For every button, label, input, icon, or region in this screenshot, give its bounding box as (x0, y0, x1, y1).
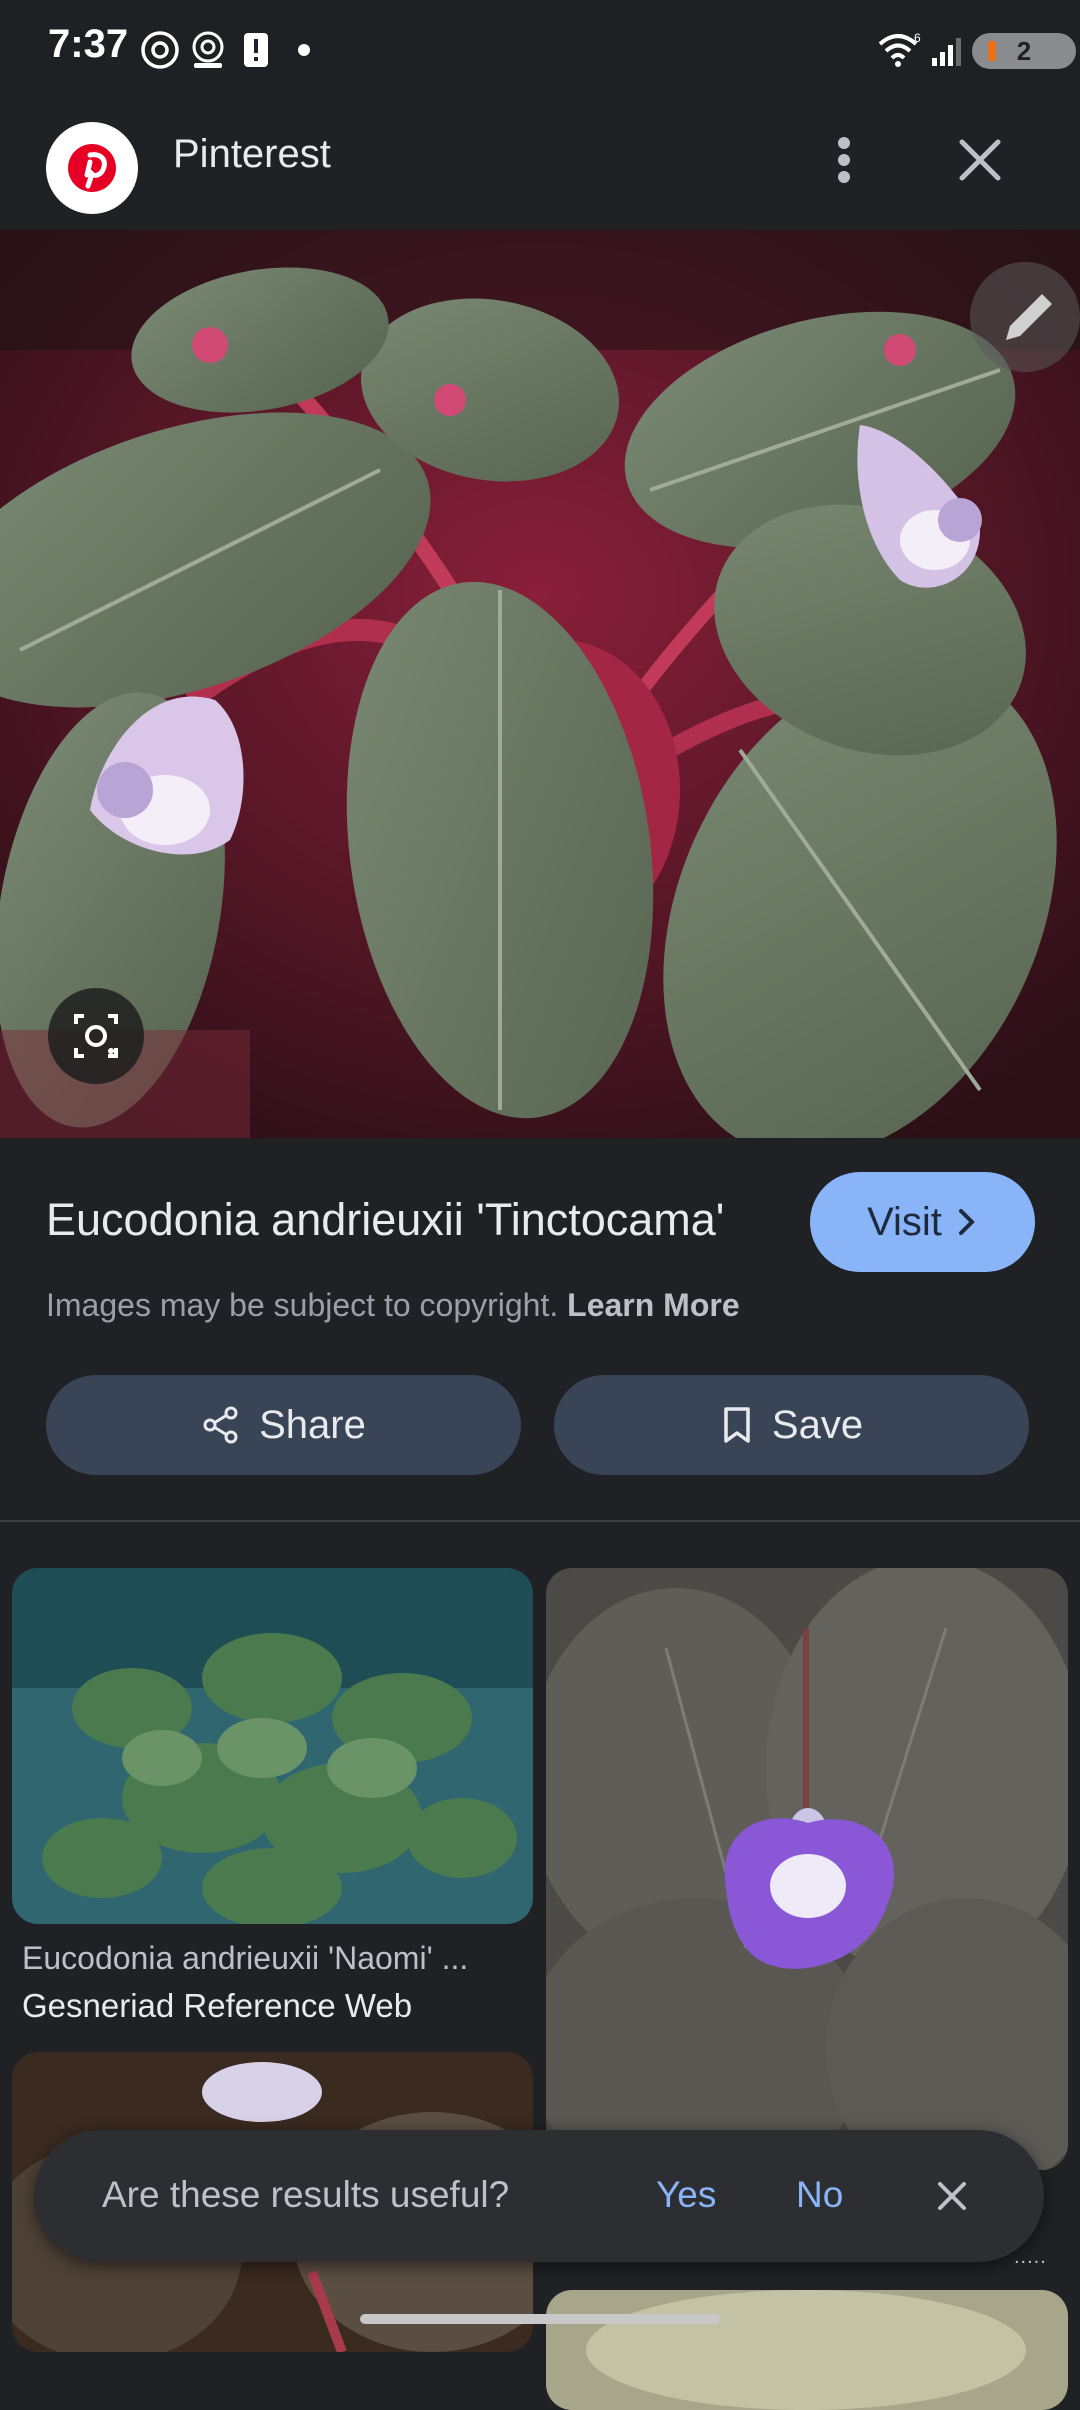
app-header (0, 100, 1080, 230)
related-image-1[interactable] (12, 1568, 533, 1924)
result-title: Eucodonia andrieuxii 'Tinctocama' (46, 1194, 725, 1245)
close-icon[interactable] (950, 130, 1010, 190)
status-time: 7:37 (48, 22, 129, 66)
more-dots: ..... (1014, 2246, 1047, 2268)
lens-icon[interactable] (48, 988, 144, 1084)
threads-icon (141, 31, 179, 69)
save-button[interactable]: Save (554, 1375, 1029, 1475)
feedback-bar: Are these results useful? Yes No (34, 2130, 1044, 2262)
wifi-icon: 6 (878, 31, 921, 67)
visit-label: Visit (867, 1199, 942, 1244)
copyright-text: Images may be subject to copyright. (46, 1287, 559, 1323)
related-image-2[interactable] (546, 1568, 1068, 2170)
related-title-1[interactable]: Eucodonia andrieuxii 'Naomi' ... (22, 1940, 468, 1977)
feedback-no-button[interactable]: No (796, 2174, 843, 2216)
feedback-question: Are these results useful? (102, 2174, 510, 2215)
edit-icon[interactable] (970, 262, 1080, 372)
visit-button[interactable]: Visit (810, 1172, 1035, 1272)
svg-text:6: 6 (914, 31, 921, 45)
save-label: Save (771, 1402, 864, 1447)
app-title: Pinterest (173, 132, 331, 176)
battery-icon: 2 (972, 33, 1076, 69)
pinterest-logo-icon[interactable] (46, 122, 138, 214)
feedback-yes-button[interactable]: Yes (656, 2174, 716, 2216)
share-button[interactable]: Share (46, 1375, 521, 1475)
status-bar: 7:37 6 2 (0, 0, 1080, 100)
main-image[interactable] (0, 230, 1080, 1138)
learn-more-link[interactable]: Learn More (567, 1287, 739, 1323)
related-image-4[interactable] (546, 2290, 1068, 2410)
dot-icon (298, 44, 310, 56)
signal-icon (932, 38, 961, 66)
alert-icon (244, 33, 268, 67)
copyright-notice: Images may be subject to copyright. Lear… (46, 1287, 740, 1324)
share-icon (203, 1406, 238, 1444)
feedback-close-icon[interactable] (928, 2172, 976, 2220)
bookmark-icon (724, 1407, 750, 1443)
divider (0, 1520, 1080, 1522)
chevron-right-icon (958, 1209, 975, 1235)
webcam-icon (192, 31, 224, 68)
more-vert-icon[interactable] (822, 130, 872, 190)
battery-badge: 2 (1016, 36, 1032, 66)
related-source-1: Gesneriad Reference Web (22, 1987, 413, 2024)
share-label: Share (259, 1402, 366, 1447)
gesture-bar[interactable] (360, 2314, 720, 2324)
